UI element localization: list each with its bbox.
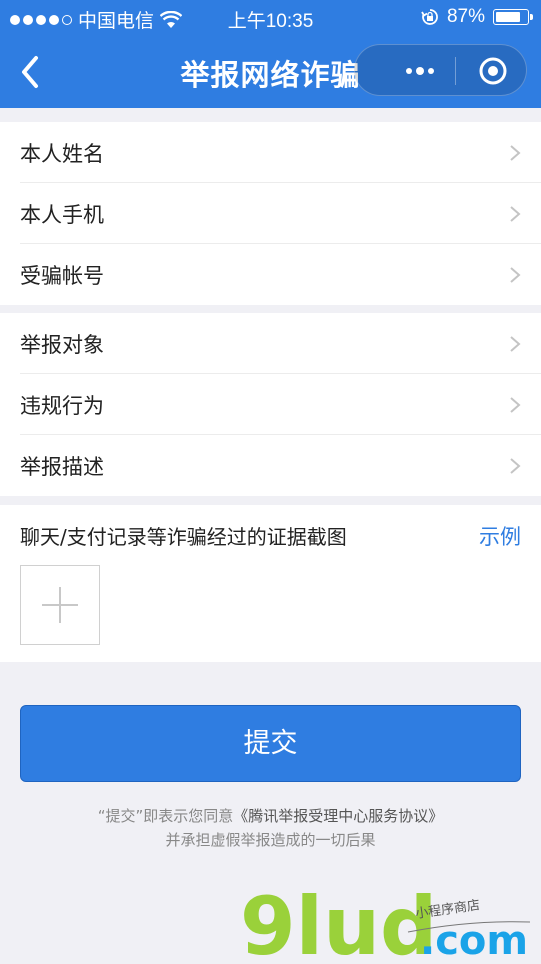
status-bar: 中国电信 上午10:35 87%: [0, 0, 541, 36]
nav-bar: 举报网络诈骗: [0, 36, 541, 108]
row-label: 举报对象: [20, 333, 104, 357]
miniprogram-capsule: [354, 44, 527, 96]
evidence-group: 聊天/支付记录等诈骗经过的证据截图 示例: [0, 505, 541, 662]
capsule-divider: [455, 57, 456, 85]
form-row-description[interactable]: 举报描述: [0, 435, 541, 496]
chevron-right-icon: [510, 206, 521, 222]
chevron-right-icon: [510, 267, 521, 283]
status-right: 87%: [421, 6, 533, 28]
battery-icon: [493, 9, 533, 25]
row-label: 违规行为: [20, 394, 104, 418]
upload-image-button[interactable]: [20, 565, 100, 645]
battery-percent: 87%: [446, 6, 485, 27]
agreement-line2: 并承担虚假举报造成的一切后果: [165, 831, 376, 849]
miniprogram-close-icon[interactable]: [477, 55, 509, 87]
form-row-phone[interactable]: 本人手机: [0, 183, 541, 244]
rotation-lock-icon: [421, 9, 438, 25]
evidence-title: 聊天/支付记录等诈骗经过的证据截图: [20, 525, 347, 549]
chevron-right-icon: [510, 458, 521, 474]
chevron-right-icon: [510, 397, 521, 413]
more-dots-icon[interactable]: [395, 59, 445, 83]
agreement-notice: “提交”即表示您同意《腾讯举报受理中心服务协议》 并承担虚假举报造成的一切后果: [0, 804, 541, 852]
example-link[interactable]: 示例: [479, 521, 521, 551]
row-label: 本人姓名: [20, 142, 104, 166]
watermark-logo: 9lud .com 小程序商店: [240, 880, 540, 964]
agreement-prefix: “提交”即表示您同意: [97, 807, 234, 825]
form-row-account[interactable]: 受骗帐号: [0, 244, 541, 305]
personal-info-group: 本人姓名 本人手机 受骗帐号: [0, 122, 541, 305]
plus-icon: [42, 587, 78, 623]
form-row-target[interactable]: 举报对象: [0, 313, 541, 374]
report-info-group: 举报对象 违规行为 举报描述: [0, 313, 541, 496]
row-label: 本人手机: [20, 203, 104, 227]
service-agreement-link[interactable]: 《腾讯举报受理中心服务协议》: [233, 807, 443, 825]
form-row-violation[interactable]: 违规行为: [0, 374, 541, 435]
watermark-graphic: 9lud .com 小程序商店: [240, 880, 531, 964]
submit-button[interactable]: 提交: [20, 705, 521, 782]
watermark-tld: .com: [420, 918, 528, 960]
row-label: 受骗帐号: [20, 264, 104, 288]
row-label: 举报描述: [20, 455, 104, 479]
agreement-line1: “提交”即表示您同意《腾讯举报受理中心服务协议》: [0, 804, 541, 828]
form-row-name[interactable]: 本人姓名: [0, 122, 541, 183]
chevron-right-icon: [510, 336, 521, 352]
watermark-brand: 9lud: [240, 880, 437, 960]
chevron-right-icon: [510, 145, 521, 161]
